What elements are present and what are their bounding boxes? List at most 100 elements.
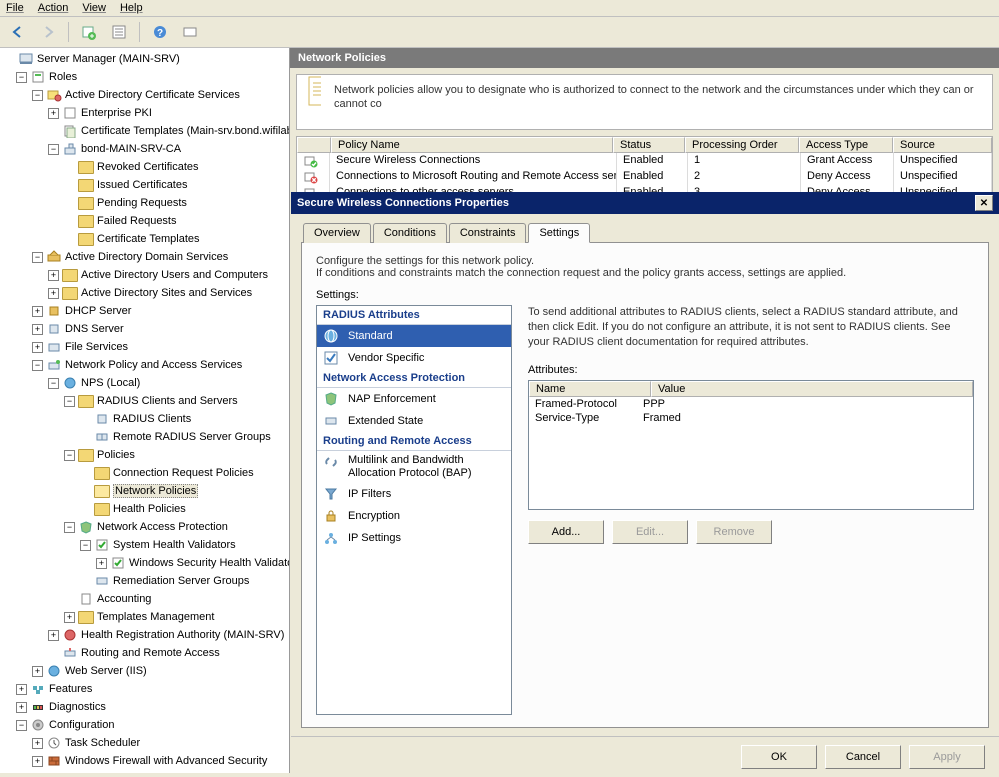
tab-overview[interactable]: Overview — [303, 223, 371, 243]
tree-hra[interactable]: Health Registration Authority (MAIN-SRV) — [81, 629, 284, 641]
item-bap[interactable]: Multilink and Bandwidth Allocation Proto… — [317, 451, 511, 483]
check-icon — [110, 555, 126, 571]
navigation-tree[interactable]: Server Manager (MAIN-SRV) −Roles −Active… — [0, 48, 290, 773]
tree-issued[interactable]: Issued Certificates — [97, 179, 187, 191]
tree-shv[interactable]: System Health Validators — [113, 539, 236, 551]
tree-epki[interactable]: Enterprise PKI — [81, 107, 152, 119]
remove-button[interactable]: Remove — [696, 520, 772, 544]
item-standard[interactable]: Standard — [317, 325, 511, 347]
col-policy-name[interactable]: Policy Name — [331, 137, 613, 153]
tree-acct[interactable]: Accounting — [97, 593, 151, 605]
tree-failed[interactable]: Failed Requests — [97, 215, 177, 227]
template-icon — [78, 609, 94, 625]
tree-adcs[interactable]: Active Directory Certificate Services — [65, 89, 240, 101]
tree-config[interactable]: Configuration — [49, 719, 114, 731]
table-row[interactable]: Secure Wireless ConnectionsEnabled1Grant… — [297, 153, 992, 169]
item-nap-enforcement[interactable]: NAP Enforcement — [317, 388, 511, 410]
users-icon — [62, 267, 78, 283]
col-status[interactable]: Status — [613, 137, 685, 153]
tree-ctmain[interactable]: Certificate Templates (Main-srv.bond.wif… — [81, 125, 290, 137]
menu-help[interactable]: Help — [120, 2, 143, 14]
col-attr-value[interactable]: Value — [651, 381, 973, 397]
tree-wshv[interactable]: Windows Security Health Validator — [129, 557, 290, 569]
tree-crp[interactable]: Connection Request Policies — [113, 467, 254, 479]
properties-button[interactable] — [107, 20, 131, 44]
tree-aduc[interactable]: Active Directory Users and Computers — [81, 269, 268, 281]
item-encryption[interactable]: Encryption — [317, 505, 511, 527]
tree-policies[interactable]: Policies — [97, 449, 135, 461]
menu-view[interactable]: View — [82, 2, 106, 14]
state-icon — [323, 413, 339, 429]
svg-text:?: ? — [157, 28, 163, 39]
status-icon — [297, 169, 330, 185]
item-extended-state[interactable]: Extended State — [317, 410, 511, 432]
folder-icon — [78, 213, 94, 229]
settings-categories[interactable]: RADIUS Attributes Standard Vendor Specif… — [316, 305, 512, 715]
attributes-table[interactable]: Name Value Framed-ProtocolPPPService-Typ… — [528, 380, 974, 510]
tree-wfw[interactable]: Windows Firewall with Advanced Security — [65, 755, 267, 767]
npas-icon — [46, 357, 62, 373]
back-button[interactable] — [6, 20, 30, 44]
gear-icon — [46, 771, 62, 773]
close-button[interactable]: ✕ — [975, 195, 993, 211]
tree-radcs[interactable]: RADIUS Clients and Servers — [97, 395, 238, 407]
tree-certtmpl[interactable]: Certificate Templates — [97, 233, 200, 245]
list-item[interactable]: Framed-ProtocolPPP — [529, 397, 973, 411]
features-icon — [30, 681, 46, 697]
group-icon — [94, 573, 110, 589]
item-ip-settings[interactable]: IP Settings — [317, 527, 511, 549]
category-rra: Routing and Remote Access — [317, 432, 511, 451]
tab-conditions[interactable]: Conditions — [373, 223, 447, 243]
list-item[interactable]: Service-TypeFramed — [529, 411, 973, 425]
ok-button[interactable]: OK — [741, 745, 817, 769]
tree-npslocal[interactable]: NPS (Local) — [81, 377, 140, 389]
tab-settings[interactable]: Settings — [528, 223, 590, 243]
tab-constraints[interactable]: Constraints — [449, 223, 527, 243]
tree-rra[interactable]: Routing and Remote Access — [81, 647, 220, 659]
tree-adss[interactable]: Active Directory Sites and Services — [81, 287, 252, 299]
apply-button[interactable]: Apply — [909, 745, 985, 769]
col-source[interactable]: Source — [893, 137, 992, 153]
folder-icon — [78, 231, 94, 247]
tree-np[interactable]: Network Policies — [113, 484, 198, 498]
roles-icon — [30, 69, 46, 85]
col-order[interactable]: Processing Order — [685, 137, 799, 153]
expander-icon[interactable]: − — [16, 72, 27, 83]
tree-radc[interactable]: RADIUS Clients — [113, 413, 191, 425]
help-button[interactable]: ? — [148, 20, 172, 44]
tree-adds[interactable]: Active Directory Domain Services — [65, 251, 228, 263]
toolbar-extra-button[interactable] — [178, 20, 202, 44]
forward-button[interactable] — [36, 20, 60, 44]
tree-rrsg[interactable]: Remote RADIUS Server Groups — [113, 431, 271, 443]
menu-action[interactable]: Action — [38, 2, 69, 14]
tree-rsg[interactable]: Remediation Server Groups — [113, 575, 249, 587]
edit-button[interactable]: Edit... — [612, 520, 688, 544]
tree-revoked[interactable]: Revoked Certificates — [97, 161, 199, 173]
item-ip-filters[interactable]: IP Filters — [317, 483, 511, 505]
add-button[interactable] — [77, 20, 101, 44]
col-attr-name[interactable]: Name — [529, 381, 651, 397]
tree-pending[interactable]: Pending Requests — [97, 197, 187, 209]
tree-diag[interactable]: Diagnostics — [49, 701, 106, 713]
folder-open-icon — [94, 483, 110, 499]
tree-dhcp[interactable]: DHCP Server — [65, 305, 131, 317]
cancel-button[interactable]: Cancel — [825, 745, 901, 769]
table-row[interactable]: Connections to Microsoft Routing and Rem… — [297, 169, 992, 185]
item-vendor-specific[interactable]: Vendor Specific — [317, 347, 511, 369]
menu-file[interactable]: File — [6, 2, 24, 14]
tree-npas[interactable]: Network Policy and Access Services — [65, 359, 242, 371]
col-access[interactable]: Access Type — [799, 137, 893, 153]
add-button[interactable]: Add... — [528, 520, 604, 544]
tree-tmplmgmt[interactable]: Templates Management — [97, 611, 214, 623]
tree-nap[interactable]: Network Access Protection — [97, 521, 228, 533]
tree-bondca[interactable]: bond-MAIN-SRV-CA — [81, 143, 181, 155]
tree-dns[interactable]: DNS Server — [65, 323, 124, 335]
tree-files[interactable]: File Services — [65, 341, 128, 353]
tree-ts[interactable]: Task Scheduler — [65, 737, 140, 749]
tree-roles[interactable]: Roles — [49, 71, 77, 83]
tree-root[interactable]: Server Manager (MAIN-SRV) — [37, 53, 180, 65]
tree-iis[interactable]: Web Server (IIS) — [65, 665, 147, 677]
tree-features[interactable]: Features — [49, 683, 92, 695]
settings-info: Configure the settings for this network … — [316, 255, 974, 279]
tree-hp[interactable]: Health Policies — [113, 503, 186, 515]
